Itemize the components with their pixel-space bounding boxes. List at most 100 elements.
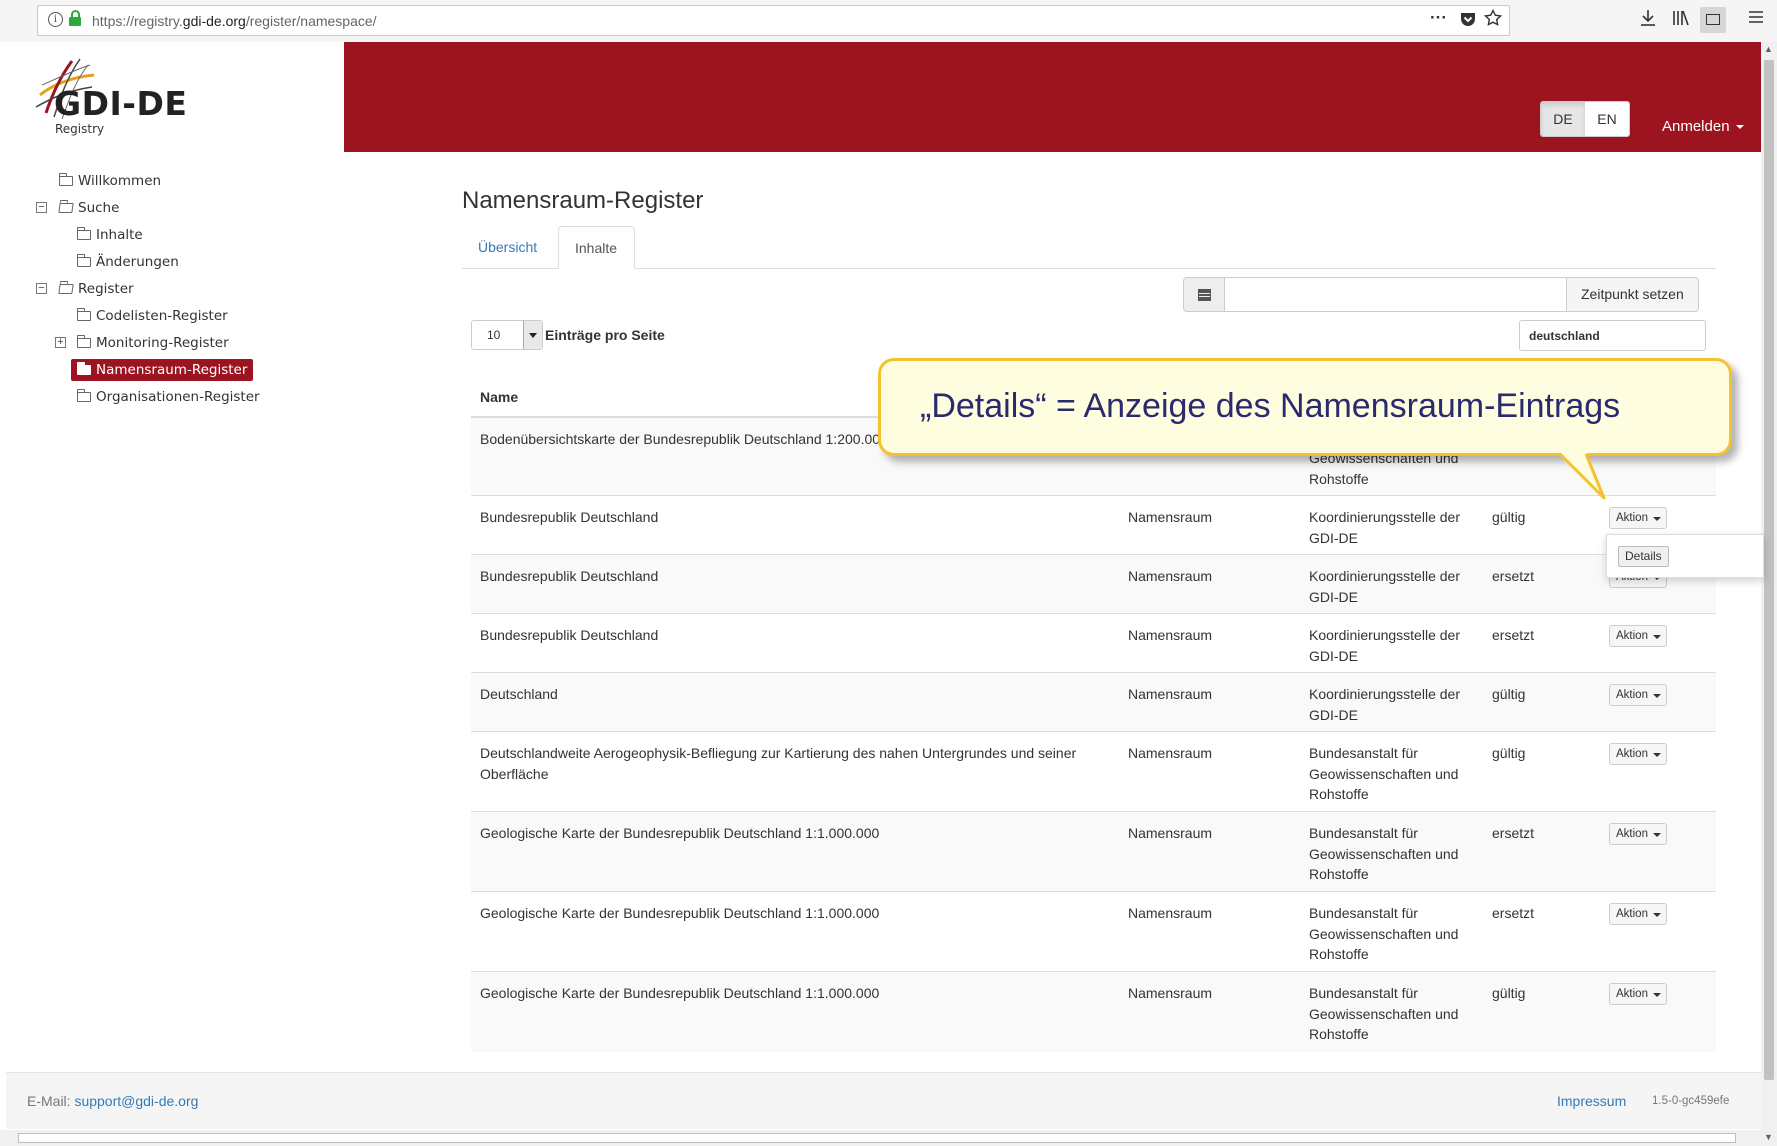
lang-de-button[interactable]: DE <box>1541 102 1585 136</box>
tree-item-inhalte[interactable]: Inhalte <box>77 224 143 246</box>
action-button[interactable]: Aktion <box>1609 983 1667 1005</box>
page-length-value: 10 <box>487 328 501 342</box>
cell-status: gültig <box>1492 509 1526 525</box>
cell-owner: Bundesanstalt für Geowissenschaften und … <box>1309 905 1459 962</box>
tab-bar: Übersicht Inhalte <box>462 226 1716 269</box>
column-header-name[interactable]: Name <box>480 389 518 405</box>
tree-label: Codelisten-Register <box>96 308 228 324</box>
cell-owner: Bundesanstalt für Geowissenschaften und … <box>1309 985 1459 1042</box>
tree-item-willkommen[interactable]: Willkommen <box>59 170 161 192</box>
scrollbar-thumb[interactable] <box>1764 60 1774 1080</box>
action-button[interactable]: Aktion <box>1609 684 1667 706</box>
vertical-scrollbar[interactable]: ▲ ▼ <box>1761 42 1777 1146</box>
scroll-up-icon[interactable]: ▲ <box>1764 44 1773 54</box>
caret-down-icon <box>1653 913 1661 917</box>
collapse-icon[interactable]: − <box>36 283 47 294</box>
page-length-select[interactable]: 10 <box>471 320 543 350</box>
footer-email: E-Mail: support@gdi-de.org <box>27 1093 198 1109</box>
tree-label: Suche <box>78 200 120 216</box>
tree-item-codelisten[interactable]: Codelisten-Register <box>77 305 228 327</box>
caret-down-icon <box>1653 753 1661 757</box>
login-menu[interactable]: Anmelden <box>1662 118 1744 135</box>
lang-en-button[interactable]: EN <box>1585 102 1629 136</box>
expand-icon[interactable]: + <box>55 337 66 348</box>
tree-item-register[interactable]: Register <box>58 278 134 300</box>
horizontal-scrollbar[interactable] <box>0 1130 1761 1146</box>
action-dropdown-menu: Details <box>1606 534 1764 578</box>
caret-down-icon <box>1735 125 1744 130</box>
table-row: Geologische Karte der Bundesrepublik Deu… <box>471 812 1716 892</box>
email-link[interactable]: support@gdi-de.org <box>74 1093 198 1109</box>
table-row: Deutschland Namensraum Koordinierungsste… <box>471 673 1716 732</box>
table-row: Bundesrepublik Deutschland Namensraum Ko… <box>471 555 1716 614</box>
url-text[interactable]: https://registry.gdi-de.org/register/nam… <box>92 13 377 29</box>
cell-type: Namensraum <box>1128 905 1213 921</box>
tab-uebersicht[interactable]: Übersicht <box>462 226 553 268</box>
tree-item-monitoring[interactable]: Monitoring-Register <box>77 332 229 354</box>
sidebar-toggle-icon[interactable] <box>1700 7 1726 33</box>
calendar-button[interactable] <box>1183 277 1225 312</box>
page-actions-icon[interactable]: ··· <box>1430 8 1447 28</box>
action-button[interactable]: Aktion <box>1609 625 1667 647</box>
tree-label: Organisationen-Register <box>96 389 260 405</box>
version-text: 1.5-0-gc459efe <box>1652 1095 1730 1107</box>
impressum-link[interactable]: Impressum <box>1557 1093 1626 1109</box>
date-input[interactable] <box>1225 277 1567 312</box>
language-switch: DE EN <box>1540 101 1630 137</box>
folder-icon <box>77 308 91 321</box>
scroll-down-icon[interactable]: ▼ <box>1764 1132 1773 1142</box>
cell-owner: Bundesanstalt für Geowissenschaften und … <box>1309 745 1459 802</box>
login-label: Anmelden <box>1662 118 1730 135</box>
url-bar[interactable]: i https://registry.gdi-de.org/register/n… <box>37 5 1510 36</box>
action-button[interactable]: Aktion <box>1609 743 1667 765</box>
action-label: Aktion <box>1616 828 1648 840</box>
tree-item-suche[interactable]: Suche <box>58 197 120 219</box>
cell-type: Namensraum <box>1128 686 1213 702</box>
tree-label: Monitoring-Register <box>96 335 229 351</box>
logo-subtitle: Registry <box>55 122 105 136</box>
date-picker: Zeitpunkt setzen <box>1183 277 1699 312</box>
pocket-icon[interactable] <box>1459 10 1477 33</box>
menu-icon[interactable] <box>1748 9 1764 30</box>
tree-label: Register <box>78 281 134 297</box>
library-icon[interactable] <box>1672 9 1690 32</box>
action-button[interactable]: Aktion <box>1609 823 1667 845</box>
action-button[interactable]: Aktion <box>1609 507 1667 529</box>
tab-inhalte[interactable]: Inhalte <box>558 226 635 269</box>
cell-status: gültig <box>1492 745 1526 761</box>
cell-status: ersetzt <box>1492 627 1535 643</box>
action-label: Aktion <box>1616 908 1648 920</box>
cell-name: Bundesrepublik Deutschland <box>480 627 659 643</box>
folder-icon <box>59 173 73 186</box>
caret-down-icon <box>1653 517 1661 521</box>
cell-type: Namensraum <box>1128 825 1213 841</box>
tree-item-namensraum[interactable]: Namensraum-Register <box>71 359 254 381</box>
info-icon[interactable]: i <box>48 12 63 27</box>
cell-name: Deutschlandweite Aerogeophysik-Befliegun… <box>480 745 1077 782</box>
table-row: Geologische Karte der Bundesrepublik Deu… <box>471 972 1716 1052</box>
set-time-button[interactable]: Zeitpunkt setzen <box>1567 277 1699 312</box>
folder-icon <box>77 362 91 375</box>
details-menu-item[interactable]: Details <box>1618 546 1669 567</box>
cell-owner: Koordinierungsstelle der GDI-DE <box>1309 509 1460 546</box>
bookmark-star-icon[interactable] <box>1483 8 1503 32</box>
cell-type: Namensraum <box>1128 985 1213 1001</box>
cell-name: Bundesrepublik Deutschland <box>480 509 659 525</box>
collapse-icon[interactable]: − <box>36 202 47 213</box>
download-icon[interactable] <box>1640 9 1656 32</box>
lock-icon[interactable] <box>69 10 81 26</box>
action-label: Aktion <box>1616 689 1648 701</box>
cell-name: Geologische Karte der Bundesrepublik Deu… <box>480 905 880 921</box>
search-input[interactable]: deutschland <box>1519 320 1706 351</box>
email-label: E-Mail: <box>27 1093 75 1109</box>
h-scrollbar-thumb[interactable] <box>18 1133 1736 1143</box>
page-length-label: Einträge pro Seite <box>545 327 665 343</box>
action-button[interactable]: Aktion <box>1609 903 1667 925</box>
tree-item-aenderungen[interactable]: Änderungen <box>77 251 179 273</box>
cell-owner: Koordinierungsstelle der GDI-DE <box>1309 686 1460 723</box>
caret-down-icon <box>1653 993 1661 997</box>
tree-item-organisationen[interactable]: Organisationen-Register <box>77 386 260 408</box>
cell-type: Namensraum <box>1128 627 1213 643</box>
logo-text[interactable]: GDI-DE <box>54 84 187 123</box>
cell-owner: Koordinierungsstelle der GDI-DE <box>1309 568 1460 605</box>
